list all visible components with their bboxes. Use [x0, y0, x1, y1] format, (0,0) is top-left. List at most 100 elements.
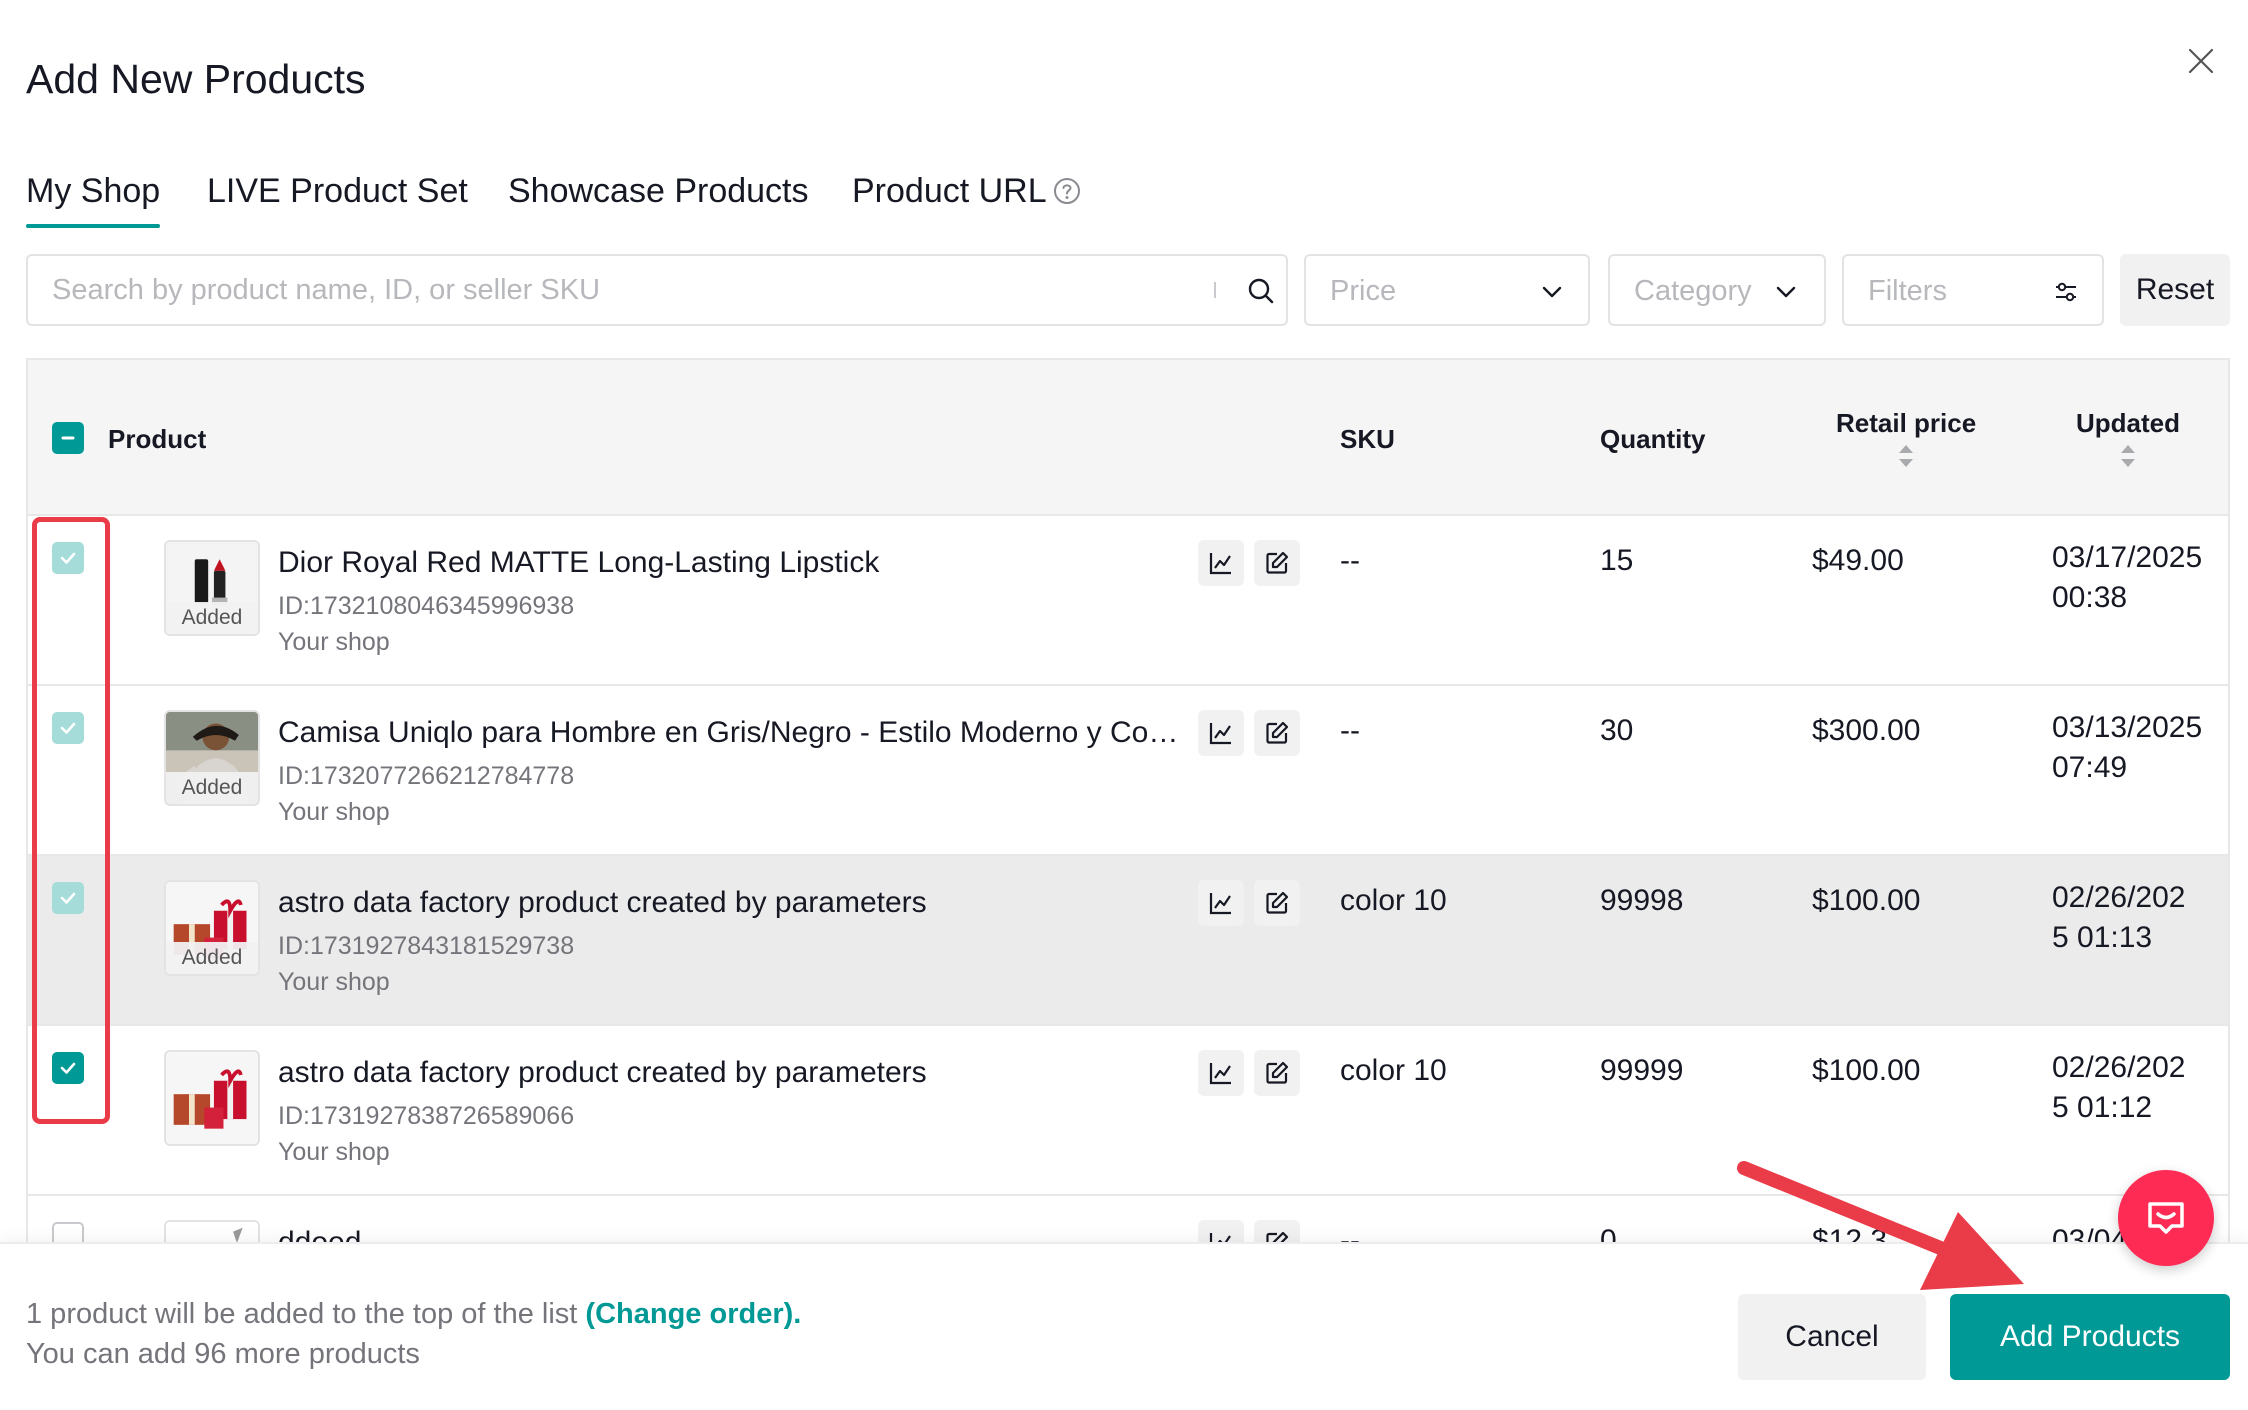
- help-icon[interactable]: [1053, 177, 1081, 205]
- row-checkbox[interactable]: [52, 1052, 84, 1084]
- chart-icon: [1209, 553, 1231, 575]
- gift-box-image: [166, 1052, 258, 1144]
- sort-icon[interactable]: [1897, 443, 1915, 469]
- product-thumbnail: Added: [164, 710, 260, 806]
- tab-bar: My Shop LIVE Product Set Showcase Produc…: [26, 172, 1226, 232]
- sku-value: --: [1340, 714, 1360, 747]
- reset-button[interactable]: Reset: [2120, 254, 2230, 326]
- table-row[interactable]: astro data factory product created by pa…: [28, 1026, 2228, 1196]
- search-box: [26, 254, 1288, 326]
- chevron-down-icon: [1542, 286, 1562, 298]
- price-value: $49.00: [1812, 544, 1904, 577]
- edit-button[interactable]: [1254, 1050, 1300, 1096]
- product-shop: Your shop: [278, 968, 390, 996]
- price-value: $100.00: [1812, 1054, 1921, 1087]
- analytics-button[interactable]: [1198, 540, 1244, 586]
- added-badge: Added: [166, 942, 258, 974]
- column-product: Product: [108, 424, 207, 454]
- product-image: [166, 1222, 258, 1242]
- search-icon[interactable]: [1246, 276, 1276, 306]
- sku-value: --: [1340, 544, 1360, 577]
- sku-value: --: [1340, 1224, 1360, 1242]
- chart-icon: [1209, 723, 1231, 745]
- product-id: ID:1732077266212784778: [278, 762, 575, 790]
- column-retail-price[interactable]: Retail price: [1836, 408, 1976, 469]
- remaining-count: You can add 96 more products: [26, 1338, 420, 1370]
- added-badge: Added: [166, 772, 258, 804]
- table-row[interactable]: Added astro data factory product created…: [28, 856, 2228, 1026]
- chevron-down-icon: [1776, 286, 1796, 298]
- product-id: ID:1731927838726589066: [278, 1102, 575, 1130]
- edit-icon: [1266, 1231, 1289, 1242]
- sku-value: color 10: [1340, 884, 1447, 917]
- edit-button[interactable]: [1254, 540, 1300, 586]
- chat-button[interactable]: [2118, 1170, 2214, 1266]
- product-name: astro data factory product created by pa…: [278, 886, 927, 919]
- analytics-button[interactable]: [1198, 880, 1244, 926]
- edit-button[interactable]: [1254, 710, 1300, 756]
- product-table: Product SKU Quantity Retail price Update…: [26, 358, 2230, 1242]
- product-shop: Your shop: [278, 798, 390, 826]
- quantity-value: 99998: [1600, 884, 1684, 917]
- tab-product-url[interactable]: Product URL: [852, 172, 1081, 211]
- chart-icon: [1209, 1063, 1231, 1085]
- table-header: Product SKU Quantity Retail price Update…: [28, 360, 2228, 516]
- price-value: $12.3: [1812, 1224, 1888, 1242]
- column-sku: SKU: [1340, 424, 1395, 454]
- product-shop: Your shop: [278, 628, 390, 656]
- select-all-checkbox[interactable]: [52, 422, 84, 454]
- row-checkbox[interactable]: [52, 712, 84, 744]
- page-title: Add New Products: [26, 56, 366, 102]
- price-select[interactable]: Price: [1304, 254, 1590, 326]
- product-id: ID:1732108046345996938: [278, 592, 575, 620]
- price-value: $300.00: [1812, 714, 1921, 747]
- table-row[interactable]: Added Camisa Uniqlo para Hombre en Gris/…: [28, 686, 2228, 856]
- updated-value: 02/26/2025 01:13: [2052, 881, 2186, 954]
- product-id: ID:1731927843181529738: [278, 932, 575, 960]
- footer-bar: 1 product will be added to the top of th…: [0, 1242, 2248, 1410]
- quantity-value: 30: [1600, 714, 1634, 747]
- close-icon[interactable]: [2186, 46, 2216, 76]
- tab-live-product-set[interactable]: LIVE Product Set: [207, 172, 468, 211]
- category-select[interactable]: Category: [1608, 254, 1826, 326]
- analytics-button[interactable]: [1198, 1220, 1244, 1242]
- sort-icon[interactable]: [2119, 443, 2137, 469]
- row-checkbox[interactable]: [52, 542, 84, 574]
- sku-value: color 10: [1340, 1054, 1447, 1087]
- product-name: Dior Royal Red MATTE Long-Lasting Lipsti…: [278, 546, 880, 579]
- table-row[interactable]: ddeed -- 0 $12.3 03/04: [28, 1196, 2228, 1242]
- add-summary: 1 product will be added to the top of th…: [26, 1298, 802, 1330]
- tab-my-shop[interactable]: My Shop: [26, 172, 161, 228]
- quantity-value: 15: [1600, 544, 1634, 577]
- product-shop: Your shop: [278, 1138, 390, 1166]
- tab-showcase-products[interactable]: Showcase Products: [508, 172, 809, 211]
- added-badge: Added: [166, 602, 258, 634]
- search-input[interactable]: [52, 256, 1202, 324]
- product-name: Camisa Uniqlo para Hombre en Gris/Negro …: [278, 716, 1190, 749]
- edit-button[interactable]: [1254, 880, 1300, 926]
- product-name: ddeed: [278, 1226, 1190, 1242]
- product-thumbnail: [164, 1050, 260, 1146]
- quantity-value: 0: [1600, 1224, 1617, 1242]
- price-value: $100.00: [1812, 884, 1921, 917]
- quantity-value: 99999: [1600, 1054, 1684, 1087]
- column-updated[interactable]: Updated: [2076, 408, 2180, 469]
- edit-button[interactable]: [1254, 1220, 1300, 1242]
- row-checkbox[interactable]: [52, 882, 84, 914]
- edit-icon: [1266, 551, 1289, 574]
- edit-icon: [1266, 721, 1289, 744]
- chart-icon: [1209, 893, 1231, 915]
- filters-select[interactable]: Filters: [1842, 254, 2104, 326]
- product-name: astro data factory product created by pa…: [278, 1056, 927, 1089]
- analytics-button[interactable]: [1198, 710, 1244, 756]
- filter-icon: [2056, 282, 2076, 302]
- add-products-button[interactable]: Add Products: [1950, 1294, 2230, 1380]
- product-thumbnail: Added: [164, 540, 260, 636]
- product-thumbnail: Added: [164, 880, 260, 976]
- table-row[interactable]: Added Dior Royal Red MATTE Long-Lasting …: [28, 516, 2228, 686]
- analytics-button[interactable]: [1198, 1050, 1244, 1096]
- cancel-button[interactable]: Cancel: [1738, 1294, 1926, 1380]
- row-checkbox[interactable]: [52, 1222, 84, 1242]
- change-order-link[interactable]: (Change order).: [585, 1298, 801, 1330]
- updated-value: 03/17/2025 00:38: [2052, 541, 2203, 614]
